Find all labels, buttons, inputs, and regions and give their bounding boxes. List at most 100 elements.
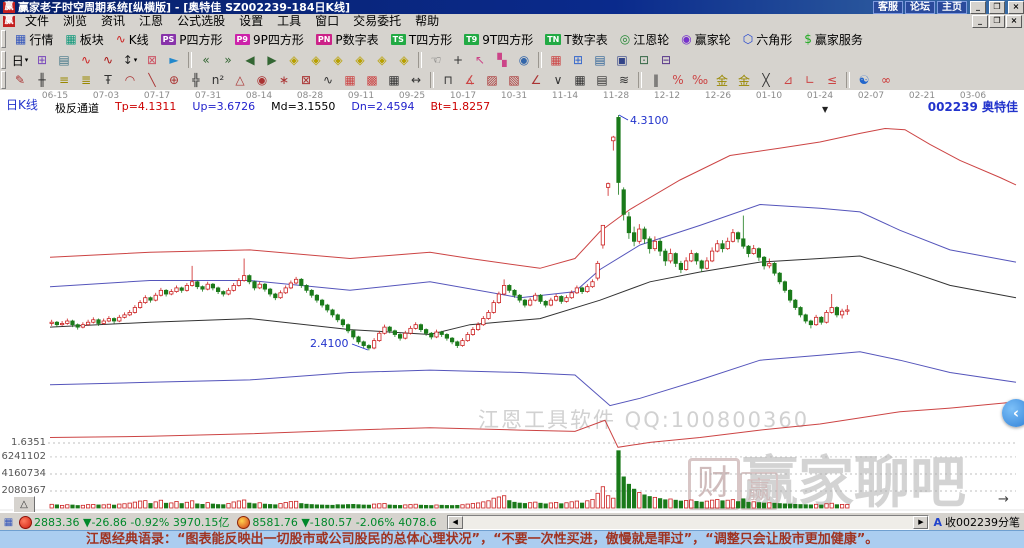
draw-pen-marker-button[interactable]: ╲ bbox=[141, 71, 163, 90]
draw-arc-tool-button[interactable]: ◠ bbox=[119, 71, 141, 90]
tool-data-export-button[interactable]: ⊡ bbox=[633, 51, 655, 70]
tool-zoom-diamond-2-button[interactable]: ◈ bbox=[305, 51, 327, 70]
menu-浏览[interactable]: 浏览 bbox=[56, 14, 94, 28]
draw-level-2-button[interactable]: ∟ bbox=[799, 71, 821, 90]
draw-triangle-tool-button[interactable]: △ bbox=[229, 71, 251, 90]
tool-save-button[interactable]: ▣ bbox=[611, 51, 633, 70]
menu-帮助[interactable]: 帮助 bbox=[408, 14, 446, 28]
toolbar-9t-square-button[interactable]: T9 9T四方形 bbox=[459, 29, 538, 50]
scroll-right-arrow[interactable]: ▶ bbox=[913, 515, 929, 529]
draw-slope-tool-button[interactable]: ≤ bbox=[821, 71, 843, 90]
scroll-left-arrow[interactable]: ◀ bbox=[447, 515, 463, 529]
draw-gold-ratio-1-button[interactable]: 金 bbox=[711, 71, 733, 90]
draw-t-line-tool-button[interactable]: Ŧ bbox=[97, 71, 119, 90]
titlebar-link-1[interactable]: 客服 bbox=[873, 0, 903, 14]
toolbar-winner-wheel-button[interactable]: ◉ 赢家轮 bbox=[676, 29, 736, 50]
restore-button[interactable]: ❐ bbox=[989, 0, 1005, 14]
draw-check-tool-button[interactable]: ∨ bbox=[547, 71, 569, 90]
titlebar-link-3[interactable]: 主页 bbox=[937, 0, 967, 14]
tool-zoom-diamond-4-button[interactable]: ◈ bbox=[349, 51, 371, 70]
child-restore-button[interactable]: ❐ bbox=[989, 14, 1005, 28]
toolbox-expand-arrow[interactable]: → bbox=[998, 492, 1009, 507]
tool-hand-tool-button[interactable]: ☜ bbox=[425, 51, 447, 70]
draw-level-1-button[interactable]: ⊿ bbox=[777, 71, 799, 90]
menu-江恩[interactable]: 江恩 bbox=[132, 14, 170, 28]
kline-chart[interactable]: 4.3100 2.4100 ▼ bbox=[0, 90, 1024, 512]
tool-last-page-button[interactable]: » bbox=[217, 51, 239, 70]
tool-data-import-button[interactable]: ⊟ bbox=[655, 51, 677, 70]
draw-gann-fan-2-button[interactable]: ≣ bbox=[75, 71, 97, 90]
draw-angle-tool-button[interactable]: ∠ bbox=[525, 71, 547, 90]
draw-taiji-button[interactable]: ☯ bbox=[853, 71, 875, 90]
toolbar-hexagon-button[interactable]: ⬡ 六角形 bbox=[738, 29, 798, 50]
tool-zoom-diamond-1-button[interactable]: ◈ bbox=[283, 51, 305, 70]
tool-notebook-button[interactable]: ▤ bbox=[589, 51, 611, 70]
child-close-button[interactable]: × bbox=[1006, 14, 1022, 28]
draw-target-tool-button[interactable]: ◉ bbox=[251, 71, 273, 90]
draw-zigzag-tool-button[interactable]: ∿ bbox=[317, 71, 339, 90]
toolbar-sectors-button[interactable]: ▦ 板块 bbox=[60, 29, 108, 50]
tool-trend-line-large-button[interactable]: ∿ bbox=[97, 51, 119, 70]
tool-view-tool-button[interactable]: ◉ bbox=[513, 51, 535, 70]
menu-窗口[interactable]: 窗口 bbox=[308, 14, 346, 28]
tool-zoom-diamond-5-button[interactable]: ◈ bbox=[371, 51, 393, 70]
menu-文件[interactable]: 文件 bbox=[18, 14, 56, 28]
draw-gold-ratio-2-button[interactable]: 金 bbox=[733, 71, 755, 90]
draw-star-tool-button[interactable]: ∗ bbox=[273, 71, 295, 90]
toolbar-quotes-button[interactable]: ▦ 行情 bbox=[10, 29, 58, 50]
toolbar-p-number-table-button[interactable]: PN P数字表 bbox=[311, 29, 384, 50]
toolbar-kline-button[interactable]: ∿ K线 bbox=[111, 29, 154, 50]
draw-box-x-tool-button[interactable]: ⊠ bbox=[295, 71, 317, 90]
sse-index-icon[interactable] bbox=[19, 515, 32, 529]
tool-period-day-select-button[interactable]: 日 ▾ bbox=[9, 51, 31, 70]
tool-flag-tool-button[interactable]: ► bbox=[163, 51, 185, 70]
draw-brush-tool-button[interactable]: ╳ bbox=[755, 71, 777, 90]
draw-grid-5-button[interactable]: ▤ bbox=[591, 71, 613, 90]
toolbar-t-number-table-button[interactable]: TN T数字表 bbox=[540, 29, 613, 50]
draw-grid-box-button[interactable]: ▦ bbox=[383, 71, 405, 90]
tool-prev-bar-button[interactable]: ◀ bbox=[239, 51, 261, 70]
tool-calendar-button[interactable]: ▦ bbox=[545, 51, 567, 70]
draw-hatch-2-button[interactable]: ▧ bbox=[503, 71, 525, 90]
tool-trend-line-small-button[interactable]: ∿ bbox=[75, 51, 97, 70]
scrollbar-track[interactable] bbox=[463, 517, 914, 528]
draw-hatch-1-button[interactable]: ▨ bbox=[481, 71, 503, 90]
tool-candle-style-button[interactable]: ↕ ▾ bbox=[119, 51, 141, 70]
menu-交易委托[interactable]: 交易委托 bbox=[346, 14, 408, 28]
quote-grid-icon[interactable]: ▦ bbox=[1, 516, 16, 529]
draw-n-square-button[interactable]: n² bbox=[207, 71, 229, 90]
menu-工具[interactable]: 工具 bbox=[270, 14, 308, 28]
tool-select-tool-button[interactable]: ↖ bbox=[469, 51, 491, 70]
tool-first-page-button[interactable]: « bbox=[195, 51, 217, 70]
menu-设置[interactable]: 设置 bbox=[232, 14, 270, 28]
draw-permille-tool-button[interactable]: ‰ bbox=[689, 71, 711, 90]
child-minimize-button[interactable]: _ bbox=[972, 14, 988, 28]
szse-index-icon[interactable] bbox=[237, 515, 251, 529]
menu-资讯[interactable]: 资讯 bbox=[94, 14, 132, 28]
toolbar-9p-square-button[interactable]: P9 9P四方形 bbox=[230, 29, 309, 50]
draw-grid-lines-button[interactable]: ╫ bbox=[31, 71, 53, 90]
candle-style-dropdown-arrow[interactable]: ▾ bbox=[134, 56, 138, 64]
draw-width-tool-button[interactable]: ↔ bbox=[405, 71, 427, 90]
draw-grid-dense-button[interactable]: ╬ bbox=[185, 71, 207, 90]
close-button[interactable]: × bbox=[1008, 0, 1024, 14]
tool-chip-tool-button[interactable]: ▚ bbox=[491, 51, 513, 70]
tick-panel-label[interactable]: A 收002239分笔 bbox=[933, 514, 1020, 530]
draw-band-red-1-button[interactable]: ▦ bbox=[339, 71, 361, 90]
tool-crosshair-add-button[interactable]: + bbox=[447, 51, 469, 70]
draw-parallel-tool-button[interactable]: ‖ bbox=[645, 71, 667, 90]
toolbar-t-square-button[interactable]: TS T四方形 bbox=[386, 29, 458, 50]
draw-band-red-2-button[interactable]: ▩ bbox=[361, 71, 383, 90]
tool-zoom-diamond-3-button[interactable]: ◈ bbox=[327, 51, 349, 70]
draw-percent-tool-button[interactable]: % bbox=[667, 71, 689, 90]
horizontal-scrollbar[interactable]: ◀ ▶ bbox=[446, 514, 930, 530]
tool-next-bar-button[interactable]: ▶ bbox=[261, 51, 283, 70]
tool-info-card-button[interactable]: ▤ bbox=[53, 51, 75, 70]
side-panel-toggle[interactable]: ‹ bbox=[1002, 399, 1024, 427]
draw-infinity-button[interactable]: ∞ bbox=[875, 71, 897, 90]
toolbar-gann-wheel-button[interactable]: ◎ 江恩轮 bbox=[615, 29, 675, 50]
period-day-select-dropdown-arrow[interactable]: ▾ bbox=[25, 56, 29, 64]
draw-box-top-tool-button[interactable]: ⊓ bbox=[437, 71, 459, 90]
tool-zoom-diamond-6-button[interactable]: ◈ bbox=[393, 51, 415, 70]
draw-pen-tool-button[interactable]: ✎ bbox=[9, 71, 31, 90]
